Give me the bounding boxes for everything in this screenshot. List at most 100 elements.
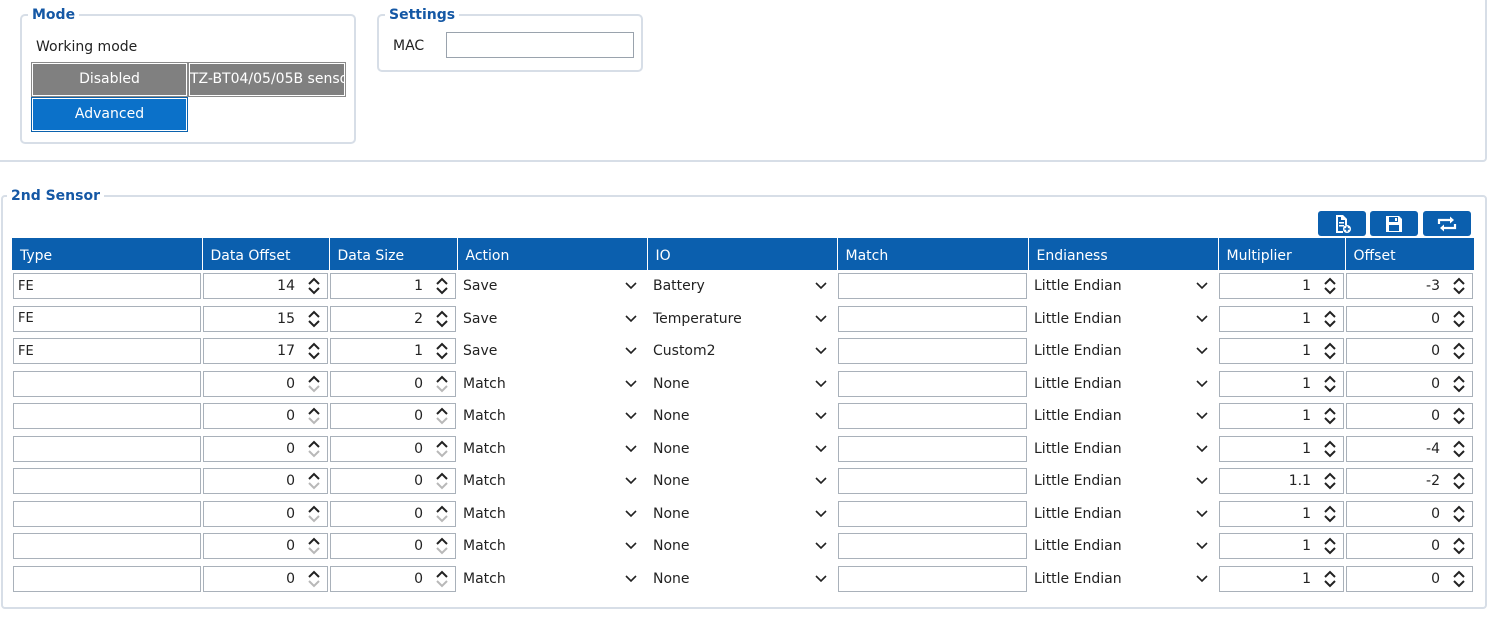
- spinner-arrows-icon[interactable]: [1323, 439, 1337, 459]
- match-input[interactable]: [838, 468, 1027, 495]
- offset-spinner[interactable]: 0: [1346, 565, 1473, 592]
- data-size-spinner[interactable]: 0: [330, 533, 456, 560]
- action-select[interactable]: Match: [458, 435, 646, 462]
- offset-spinner[interactable]: 0: [1346, 533, 1473, 560]
- action-select[interactable]: Match: [458, 565, 646, 592]
- match-input[interactable]: [838, 500, 1027, 527]
- io-select[interactable]: None: [648, 500, 836, 527]
- spinner-arrows-icon[interactable]: [307, 276, 321, 296]
- match-input[interactable]: [838, 435, 1027, 462]
- type-input[interactable]: [13, 533, 201, 560]
- data-offset-spinner[interactable]: 14: [203, 273, 328, 300]
- multiplier-spinner[interactable]: 1: [1219, 500, 1344, 527]
- data-offset-spinner[interactable]: 0: [203, 435, 328, 462]
- action-select[interactable]: Match: [458, 370, 646, 397]
- offset-spinner[interactable]: 0: [1346, 338, 1473, 365]
- multiplier-spinner[interactable]: 1: [1219, 565, 1344, 592]
- mode-sensor-button[interactable]: TZ-BT04/05/05B sensor: [188, 62, 346, 97]
- data-size-spinner[interactable]: 1: [330, 273, 456, 300]
- data-size-spinner[interactable]: 1: [330, 338, 456, 365]
- data-size-spinner[interactable]: 0: [330, 370, 456, 397]
- endianess-select[interactable]: Little Endian: [1029, 533, 1217, 560]
- data-offset-spinner[interactable]: 0: [203, 370, 328, 397]
- save-button[interactable]: [1370, 211, 1418, 236]
- spinner-arrows-icon[interactable]: [1323, 536, 1337, 556]
- spinner-arrows-icon[interactable]: [1323, 569, 1337, 589]
- spinner-arrows-icon[interactable]: [307, 341, 321, 361]
- spinner-arrows-icon[interactable]: [307, 471, 321, 491]
- data-size-spinner[interactable]: 0: [330, 500, 456, 527]
- multiplier-spinner[interactable]: 1: [1219, 305, 1344, 332]
- endianess-select[interactable]: Little Endian: [1029, 565, 1217, 592]
- action-select[interactable]: Save: [458, 338, 646, 365]
- spinner-arrows-icon[interactable]: [1323, 406, 1337, 426]
- endianess-select[interactable]: Little Endian: [1029, 338, 1217, 365]
- action-select[interactable]: Match: [458, 533, 646, 560]
- offset-spinner[interactable]: 0: [1346, 370, 1473, 397]
- spinner-arrows-icon[interactable]: [1452, 374, 1466, 394]
- spinner-arrows-icon[interactable]: [1452, 536, 1466, 556]
- spinner-arrows-icon[interactable]: [1323, 471, 1337, 491]
- io-select[interactable]: None: [648, 565, 836, 592]
- multiplier-spinner[interactable]: 1: [1219, 403, 1344, 430]
- spinner-arrows-icon[interactable]: [435, 471, 449, 491]
- match-input[interactable]: [838, 403, 1027, 430]
- spinner-arrows-icon[interactable]: [1323, 341, 1337, 361]
- action-select[interactable]: Save: [458, 305, 646, 332]
- spinner-arrows-icon[interactable]: [307, 406, 321, 426]
- multiplier-spinner[interactable]: 1: [1219, 533, 1344, 560]
- io-select[interactable]: None: [648, 403, 836, 430]
- mode-advanced-button[interactable]: Advanced: [31, 97, 188, 132]
- io-select[interactable]: None: [648, 468, 836, 495]
- match-input[interactable]: [838, 533, 1027, 560]
- spinner-arrows-icon[interactable]: [435, 309, 449, 329]
- offset-spinner[interactable]: -2: [1346, 468, 1473, 495]
- type-input[interactable]: [13, 370, 201, 397]
- refresh-button[interactable]: [1423, 211, 1471, 236]
- match-input[interactable]: [838, 273, 1027, 300]
- type-input[interactable]: FE: [13, 338, 201, 365]
- action-select[interactable]: Match: [458, 403, 646, 430]
- io-select[interactable]: Temperature: [648, 305, 836, 332]
- action-select[interactable]: Match: [458, 500, 646, 527]
- endianess-select[interactable]: Little Endian: [1029, 273, 1217, 300]
- endianess-select[interactable]: Little Endian: [1029, 305, 1217, 332]
- offset-spinner[interactable]: -4: [1346, 435, 1473, 462]
- spinner-arrows-icon[interactable]: [435, 569, 449, 589]
- data-size-spinner[interactable]: 0: [330, 435, 456, 462]
- data-size-spinner[interactable]: 0: [330, 403, 456, 430]
- offset-spinner[interactable]: 0: [1346, 403, 1473, 430]
- type-input[interactable]: [13, 468, 201, 495]
- match-input[interactable]: [838, 305, 1027, 332]
- io-select[interactable]: Custom2: [648, 338, 836, 365]
- spinner-arrows-icon[interactable]: [1452, 341, 1466, 361]
- multiplier-spinner[interactable]: 1: [1219, 273, 1344, 300]
- type-input[interactable]: [13, 565, 201, 592]
- spinner-arrows-icon[interactable]: [435, 504, 449, 524]
- offset-spinner[interactable]: 0: [1346, 500, 1473, 527]
- spinner-arrows-icon[interactable]: [435, 374, 449, 394]
- endianess-select[interactable]: Little Endian: [1029, 435, 1217, 462]
- spinner-arrows-icon[interactable]: [1323, 309, 1337, 329]
- spinner-arrows-icon[interactable]: [435, 439, 449, 459]
- spinner-arrows-icon[interactable]: [307, 536, 321, 556]
- spinner-arrows-icon[interactable]: [1452, 309, 1466, 329]
- add-file-button[interactable]: [1318, 211, 1366, 236]
- spinner-arrows-icon[interactable]: [1323, 504, 1337, 524]
- data-offset-spinner[interactable]: 0: [203, 565, 328, 592]
- spinner-arrows-icon[interactable]: [1452, 504, 1466, 524]
- offset-spinner[interactable]: 0: [1346, 305, 1473, 332]
- data-offset-spinner[interactable]: 0: [203, 403, 328, 430]
- multiplier-spinner[interactable]: 1.1: [1219, 468, 1344, 495]
- data-size-spinner[interactable]: 2: [330, 305, 456, 332]
- data-offset-spinner[interactable]: 15: [203, 305, 328, 332]
- spinner-arrows-icon[interactable]: [307, 374, 321, 394]
- endianess-select[interactable]: Little Endian: [1029, 468, 1217, 495]
- spinner-arrows-icon[interactable]: [1452, 569, 1466, 589]
- type-input[interactable]: FE: [13, 273, 201, 300]
- spinner-arrows-icon[interactable]: [435, 341, 449, 361]
- match-input[interactable]: [838, 370, 1027, 397]
- match-input[interactable]: [838, 565, 1027, 592]
- data-offset-spinner[interactable]: 17: [203, 338, 328, 365]
- io-select[interactable]: None: [648, 435, 836, 462]
